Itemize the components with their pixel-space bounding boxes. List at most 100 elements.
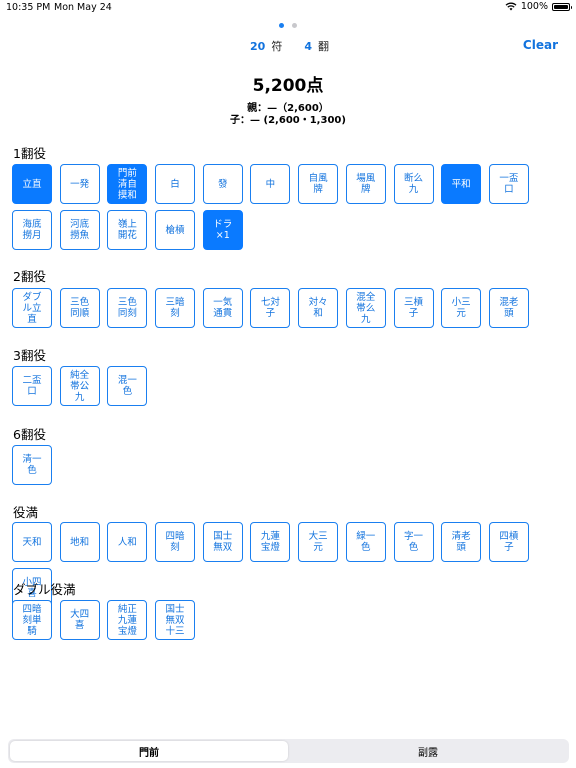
- yaku-button[interactable]: 三暗刻: [155, 288, 196, 328]
- yaku-button[interactable]: 一気 通貫: [202, 288, 243, 328]
- yaku-label: 純正 九蓮 宝燈: [117, 603, 137, 637]
- fu-han-display: 20 符 4 翻: [250, 38, 329, 54]
- yaku-label: 三暗刻: [165, 297, 185, 319]
- yaku-label: 小三元: [451, 297, 471, 319]
- battery-percent: 100%: [520, 1, 548, 12]
- yaku-label: 一気 通貫: [213, 297, 233, 319]
- yaku-label: 地和: [70, 536, 90, 548]
- yaku-label: 人和: [117, 536, 137, 548]
- page-indicator[interactable]: [279, 23, 297, 28]
- yaku-button[interactable]: 四槓子: [488, 522, 529, 562]
- segmented-control: 門前 副露: [8, 739, 569, 763]
- yaku-label: 断么九: [403, 173, 423, 195]
- yaku-label: 七対子: [260, 297, 280, 319]
- yaku-label: 中: [265, 178, 276, 190]
- yaku-button[interactable]: 純正 九蓮 宝燈: [107, 600, 148, 640]
- yaku-label: 清一色: [22, 454, 42, 476]
- yaku-label: 海底 撈月: [22, 219, 42, 241]
- yaku-button[interactable]: 平和: [441, 164, 482, 204]
- yaku-label: 一発: [70, 178, 90, 190]
- yaku-button[interactable]: 河底 撈魚: [59, 210, 100, 250]
- yaku-label: 平和: [451, 178, 471, 190]
- yaku-button[interactable]: 混全 帯么九: [345, 288, 386, 328]
- battery-icon: [552, 2, 572, 11]
- yaku-button[interactable]: ダブ ル立直: [12, 288, 52, 328]
- section-title: 2翻役: [13, 269, 46, 284]
- yaku-button[interactable]: 立直: [12, 164, 52, 204]
- yaku-label: 九蓮 宝燈: [260, 531, 280, 553]
- yaku-button[interactable]: 白: [155, 164, 196, 204]
- tab-menzen[interactable]: 門前: [10, 741, 288, 761]
- fu-unit: 符: [271, 40, 283, 53]
- yaku-button[interactable]: 三色 同刻: [107, 288, 148, 328]
- section-title: 1翻役: [13, 146, 46, 161]
- yaku-button[interactable]: 清老頭: [441, 522, 482, 562]
- section-title: 6翻役: [13, 427, 46, 442]
- yaku-button[interactable]: 緑一色: [345, 522, 386, 562]
- yaku-label: 場風牌: [356, 173, 376, 195]
- yaku-button[interactable]: 国士 無双: [202, 522, 243, 562]
- yaku-label: 混全 帯么九: [356, 291, 376, 325]
- status-right: 100%: [505, 1, 572, 12]
- yaku-label: 緑一色: [356, 531, 376, 553]
- yaku-button[interactable]: 断么九: [393, 164, 434, 204]
- yaku-button[interactable]: 槍槓: [155, 210, 196, 250]
- yaku-label: 白: [170, 178, 180, 190]
- yaku-label: 純全 帯公九: [70, 369, 90, 403]
- clear-button[interactable]: Clear: [523, 38, 558, 52]
- yaku-button[interactable]: 中: [250, 164, 291, 204]
- page-dot-2[interactable]: [292, 23, 297, 28]
- yaku-label: 字一色: [403, 531, 423, 553]
- yaku-label: 河底 撈魚: [70, 219, 90, 241]
- yaku-button[interactable]: 七対子: [250, 288, 291, 328]
- yaku-label: 三槓子: [403, 297, 423, 319]
- yaku-label: 三色 同刻: [117, 297, 137, 319]
- yaku-button[interactable]: 混一色: [107, 366, 148, 406]
- yaku-button[interactable]: 一発: [59, 164, 100, 204]
- yaku-label: 二盃口: [22, 375, 42, 397]
- yaku-label: 大三元: [308, 531, 328, 553]
- page-dot-1[interactable]: [279, 23, 284, 28]
- yaku-button[interactable]: 国士 無双 十三: [155, 600, 196, 640]
- yaku-button[interactable]: 自風牌: [298, 164, 339, 204]
- yaku-button[interactable]: 四暗刻: [155, 522, 196, 562]
- yaku-button[interactable]: 二盃口: [12, 366, 52, 406]
- yaku-label: 天和: [22, 536, 42, 548]
- yaku-button[interactable]: 対々和: [298, 288, 339, 328]
- yaku-button[interactable]: 清一色: [12, 445, 52, 485]
- yaku-button[interactable]: 混老頭: [488, 288, 529, 328]
- yaku-button[interactable]: 九蓮 宝燈: [250, 522, 291, 562]
- yaku-button[interactable]: 大三元: [298, 522, 339, 562]
- yaku-label: 大四喜: [70, 609, 90, 631]
- yaku-button[interactable]: 純全 帯公九: [59, 366, 100, 406]
- yaku-label: 清老頭: [451, 531, 471, 553]
- tab-furo[interactable]: 副露: [289, 741, 567, 761]
- yaku-button[interactable]: 地和: [59, 522, 100, 562]
- yaku-label: 槍槓: [165, 224, 185, 236]
- yaku-button[interactable]: 天和: [12, 522, 52, 562]
- yaku-button[interactable]: 場風牌: [345, 164, 386, 204]
- yaku-label: 国士 無双: [213, 531, 233, 553]
- yaku-label: 立直: [22, 178, 42, 190]
- yaku-button[interactable]: 門前 清自 摸和: [107, 164, 148, 204]
- yaku-button[interactable]: 字一色: [393, 522, 434, 562]
- yaku-button[interactable]: 大四喜: [59, 600, 100, 640]
- wifi-icon: [505, 2, 517, 11]
- yaku-button[interactable]: 一盃口: [488, 164, 529, 204]
- yaku-button[interactable]: 嶺上 開花: [107, 210, 148, 250]
- yaku-button[interactable]: 發: [202, 164, 243, 204]
- yaku-label: 対々和: [308, 297, 328, 319]
- yaku-label: 門前 清自 摸和: [117, 167, 137, 201]
- yaku-label: 混一色: [117, 375, 137, 397]
- yaku-button[interactable]: 人和: [107, 522, 148, 562]
- yaku-button[interactable]: 三色 同順: [59, 288, 100, 328]
- yaku-button[interactable]: ドラ ×1: [202, 210, 243, 250]
- yaku-button[interactable]: 小三元: [441, 288, 482, 328]
- yaku-button[interactable]: 海底 撈月: [12, 210, 52, 250]
- status-bar: 10:35 PM Mon May 24 100%: [0, 0, 576, 16]
- yaku-button[interactable]: 三槓子: [393, 288, 434, 328]
- yaku-grid: 清一色: [12, 445, 568, 485]
- yaku-button[interactable]: 四暗 刻単騎: [12, 600, 52, 640]
- yaku-label: 三色 同順: [70, 297, 90, 319]
- han-value: 4: [304, 40, 312, 53]
